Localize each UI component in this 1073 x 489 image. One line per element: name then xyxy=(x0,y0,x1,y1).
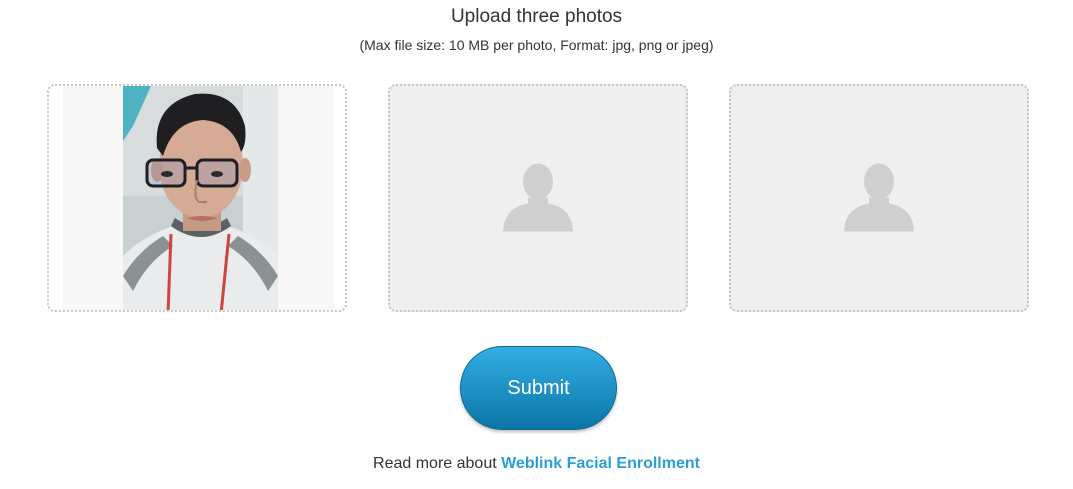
photo-margin-left xyxy=(63,86,123,310)
submit-button[interactable]: Submit xyxy=(460,346,617,430)
photo-slot-2[interactable] xyxy=(388,84,688,312)
user-placeholder-icon xyxy=(843,160,915,237)
upload-requirements: (Max file size: 10 MB per photo, Format:… xyxy=(359,37,714,53)
weblink-facial-enrollment-link[interactable]: Weblink Facial Enrollment xyxy=(501,455,700,472)
user-placeholder-icon xyxy=(502,160,574,237)
photo-margin-right xyxy=(278,86,334,310)
read-more-text: Read more about Weblink Facial Enrollmen… xyxy=(0,455,1073,473)
photo-slot-3[interactable] xyxy=(729,84,1029,312)
uploaded-photo xyxy=(123,86,278,310)
photo-slot-1[interactable] xyxy=(47,84,347,312)
read-more-prefix: Read more about xyxy=(373,455,502,472)
page-title: Upload three photos xyxy=(450,6,623,27)
